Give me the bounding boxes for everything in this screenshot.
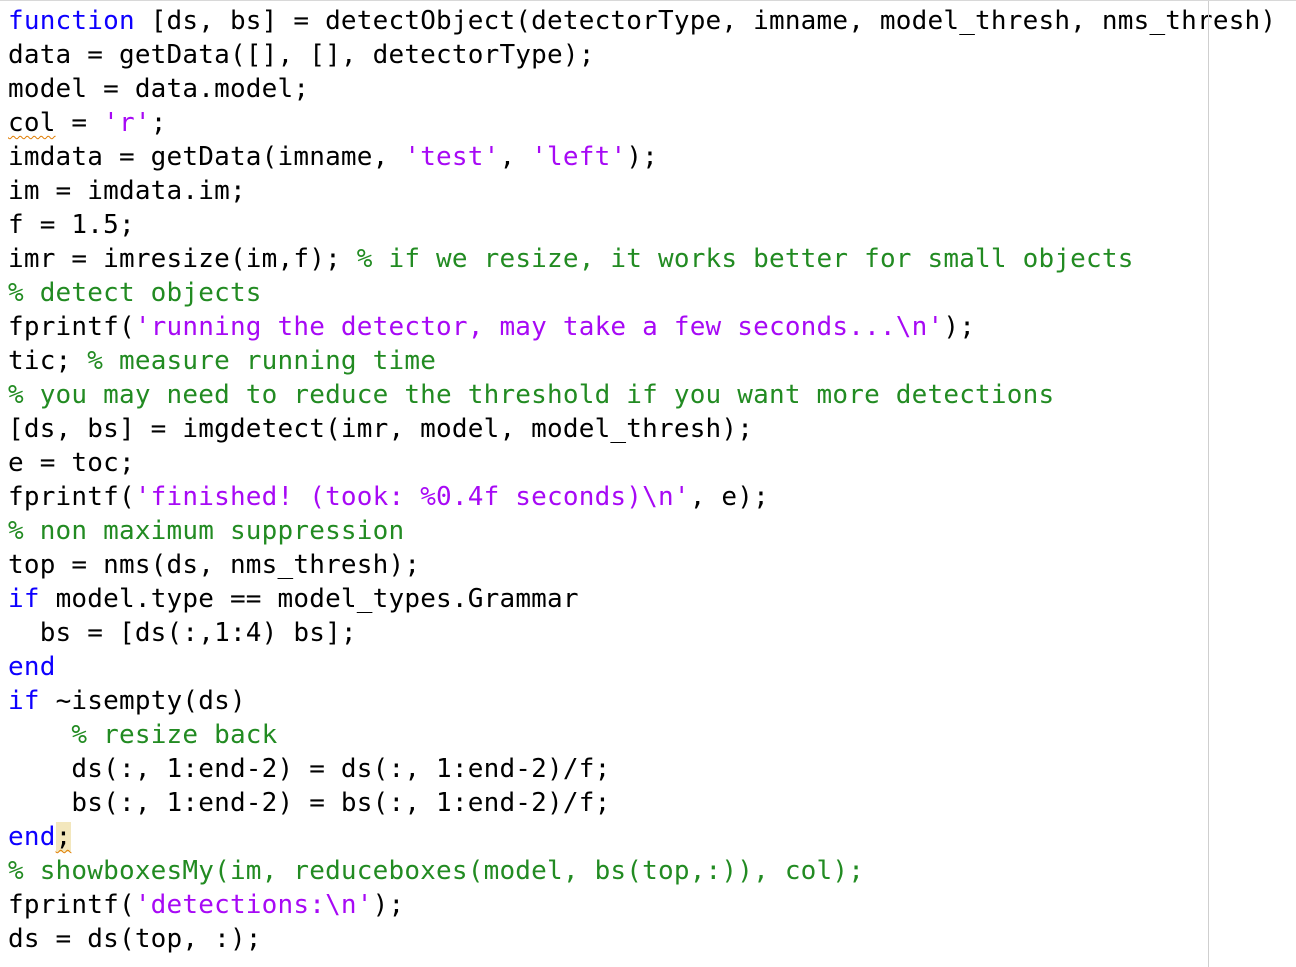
code-line[interactable]: if model.type == model_types.Grammar [8, 582, 1276, 616]
code-line[interactable]: imr = imresize(im,f); % if we resize, it… [8, 242, 1276, 276]
code-token: fprintf( [8, 312, 135, 342]
keyword-token: if [8, 686, 40, 716]
code-line[interactable]: if ~isempty(ds) [8, 684, 1276, 718]
code-token: ; [150, 108, 167, 138]
code-token: model = data.model; [8, 74, 310, 104]
string-token: 'r' [103, 108, 151, 138]
code-token: ); [626, 142, 659, 172]
code-token: , e); [689, 482, 769, 512]
string-token: 'finished! (took: %0.4f seconds)\n' [134, 482, 690, 512]
code-line[interactable]: % resize back [8, 718, 1276, 752]
keyword-token: end [8, 822, 56, 852]
code-token: [ds, bs] = detectObject(detectorType, im… [134, 6, 1277, 36]
code-token: imr = imresize(im,f); [8, 244, 357, 274]
code-token: top = nms(ds, nms_thresh); [8, 550, 421, 580]
code-token: e = toc; [8, 448, 135, 478]
code-line[interactable]: top = nms(ds, nms_thresh); [8, 548, 1276, 582]
keyword-token: end [8, 652, 56, 682]
comment-token: % showboxesMy(im, reduceboxes(model, bs(… [8, 856, 865, 886]
code-line[interactable]: fprintf('running the detector, may take … [8, 310, 1276, 344]
code-line[interactable]: function [ds, bs] = detectObject(detecto… [8, 4, 1276, 38]
code-area[interactable]: function [ds, bs] = detectObject(detecto… [8, 4, 1276, 956]
code-token: bs(:, 1:end-2) = bs(:, 1:end-2)/f; [8, 788, 611, 818]
code-line[interactable]: model = data.model; [8, 72, 1276, 106]
string-token: 'left' [531, 142, 627, 172]
code-token: col [8, 108, 56, 138]
code-token: ); [372, 890, 405, 920]
code-line[interactable]: % detect objects [8, 276, 1276, 310]
code-token: f = 1.5; [8, 210, 135, 240]
code-token: [ds, bs] = imgdetect(imr, model, model_t… [8, 414, 754, 444]
code-token: ); [943, 312, 976, 342]
comment-token: % detect objects [8, 278, 262, 308]
code-line[interactable]: im = imdata.im; [8, 174, 1276, 208]
code-token: data = getData([], [], detectorType); [8, 40, 595, 70]
code-line[interactable]: e = toc; [8, 446, 1276, 480]
code-token: model.type == model_types.Grammar [39, 584, 579, 614]
code-token: fprintf( [8, 482, 135, 512]
code-token: im = imdata.im; [8, 176, 246, 206]
string-token: 'test' [404, 142, 500, 172]
code-line[interactable]: fprintf('finished! (took: %0.4f seconds)… [8, 480, 1276, 514]
comment-token: % resize back [71, 720, 278, 750]
code-line[interactable]: [ds, bs] = imgdetect(imr, model, model_t… [8, 412, 1276, 446]
comment-token: % measure running time [87, 346, 437, 376]
code-token: ~isempty(ds) [39, 686, 246, 716]
string-token: 'detections:\n' [134, 890, 373, 920]
right-margin-line [1208, 1, 1209, 967]
code-line[interactable]: bs = [ds(:,1:4) bs]; [8, 616, 1276, 650]
code-line[interactable]: % non maximum suppression [8, 514, 1276, 548]
code-token: imdata = getData(imname, [8, 142, 405, 172]
code-token: ; [55, 822, 72, 852]
code-line[interactable]: bs(:, 1:end-2) = bs(:, 1:end-2)/f; [8, 786, 1276, 820]
code-token: fprintf( [8, 890, 135, 920]
code-token: ds(:, 1:end-2) = ds(:, 1:end-2)/f; [8, 754, 611, 784]
code-line[interactable]: % you may need to reduce the threshold i… [8, 378, 1276, 412]
string-token: 'running the detector, may take a few se… [134, 312, 944, 342]
code-token: ds = ds(top, :); [8, 924, 262, 954]
code-line[interactable]: % showboxesMy(im, reduceboxes(model, bs(… [8, 854, 1276, 888]
comment-token: % non maximum suppression [8, 516, 405, 546]
code-line[interactable]: fprintf('detections:\n'); [8, 888, 1276, 922]
keyword-token: function [8, 6, 135, 36]
code-token: tic; [8, 346, 88, 376]
code-editor[interactable]: function [ds, bs] = detectObject(detecto… [0, 0, 1296, 967]
code-line[interactable]: col = 'r'; [8, 106, 1276, 140]
comment-token: % you may need to reduce the threshold i… [8, 380, 1055, 410]
code-token: , [499, 142, 532, 172]
keyword-token: if [8, 584, 40, 614]
code-token: bs = [ds(:,1:4) bs]; [8, 618, 357, 648]
code-line[interactable]: end [8, 650, 1276, 684]
code-line[interactable]: ds(:, 1:end-2) = ds(:, 1:end-2)/f; [8, 752, 1276, 786]
code-token: = [55, 108, 104, 138]
code-line[interactable]: ds = ds(top, :); [8, 922, 1276, 956]
code-line[interactable]: f = 1.5; [8, 208, 1276, 242]
code-line[interactable]: end; [8, 820, 1276, 854]
code-line[interactable]: tic; % measure running time [8, 344, 1276, 378]
code-line[interactable]: imdata = getData(imname, 'test', 'left')… [8, 140, 1276, 174]
code-line[interactable]: data = getData([], [], detectorType); [8, 38, 1276, 72]
comment-token: % if we resize, it works better for smal… [356, 244, 1134, 274]
